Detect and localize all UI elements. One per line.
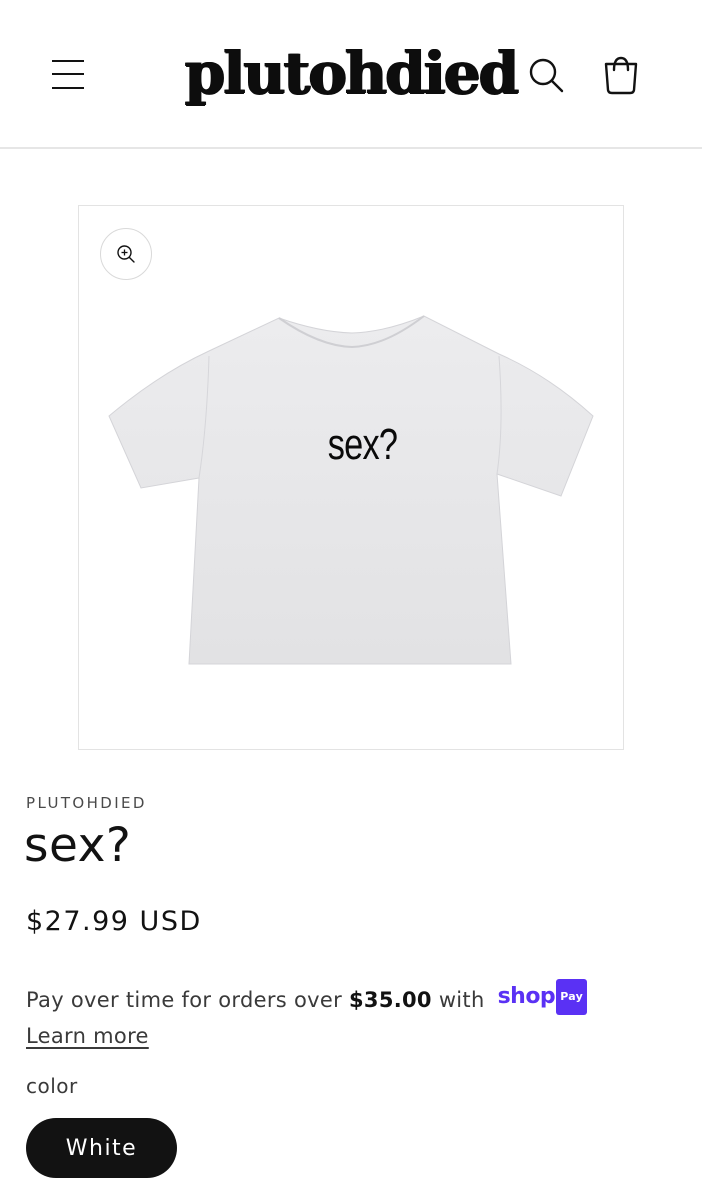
- hamburger-menu-icon-bar: [52, 73, 84, 75]
- site-header: plutohdied: [0, 0, 702, 149]
- zoom-button[interactable]: [100, 228, 152, 280]
- shop-pay-installments-banner: Pay over time for orders over $35.00 wit…: [26, 979, 666, 1052]
- product-vendor: PLUTOHDIED: [26, 794, 147, 812]
- hamburger-menu-icon: [52, 60, 84, 62]
- product-price: $27.99 USD: [26, 906, 202, 937]
- zoom-in-icon: [117, 245, 135, 263]
- hamburger-menu-icon-bar: [52, 87, 84, 89]
- installments-text-with: with: [431, 988, 492, 1012]
- store-logo[interactable]: plutohdied: [185, 18, 519, 128]
- product-image-tshirt: [108, 315, 594, 665]
- cart-bag-icon: [604, 56, 638, 95]
- installments-text: Pay over time for orders over: [26, 988, 349, 1012]
- variant-option-label: color: [26, 1074, 78, 1098]
- shop-pay-logo-word: shop: [497, 984, 556, 1009]
- variant-option-white[interactable]: White: [26, 1118, 177, 1178]
- shop-pay-badge: Pay: [556, 979, 588, 1015]
- product-title: sex?: [24, 818, 132, 873]
- learn-more-link[interactable]: Learn more: [26, 1024, 149, 1048]
- menu-button[interactable]: [48, 52, 88, 96]
- search-icon: [529, 58, 564, 93]
- product-image-frame[interactable]: sex?: [78, 205, 624, 750]
- shop-pay-logo: shop Pay: [497, 979, 588, 1018]
- installments-threshold: $35.00: [349, 988, 432, 1012]
- search-button[interactable]: [524, 52, 568, 96]
- cart-button[interactable]: [598, 50, 644, 98]
- product-image-print-text: sex?: [327, 420, 398, 469]
